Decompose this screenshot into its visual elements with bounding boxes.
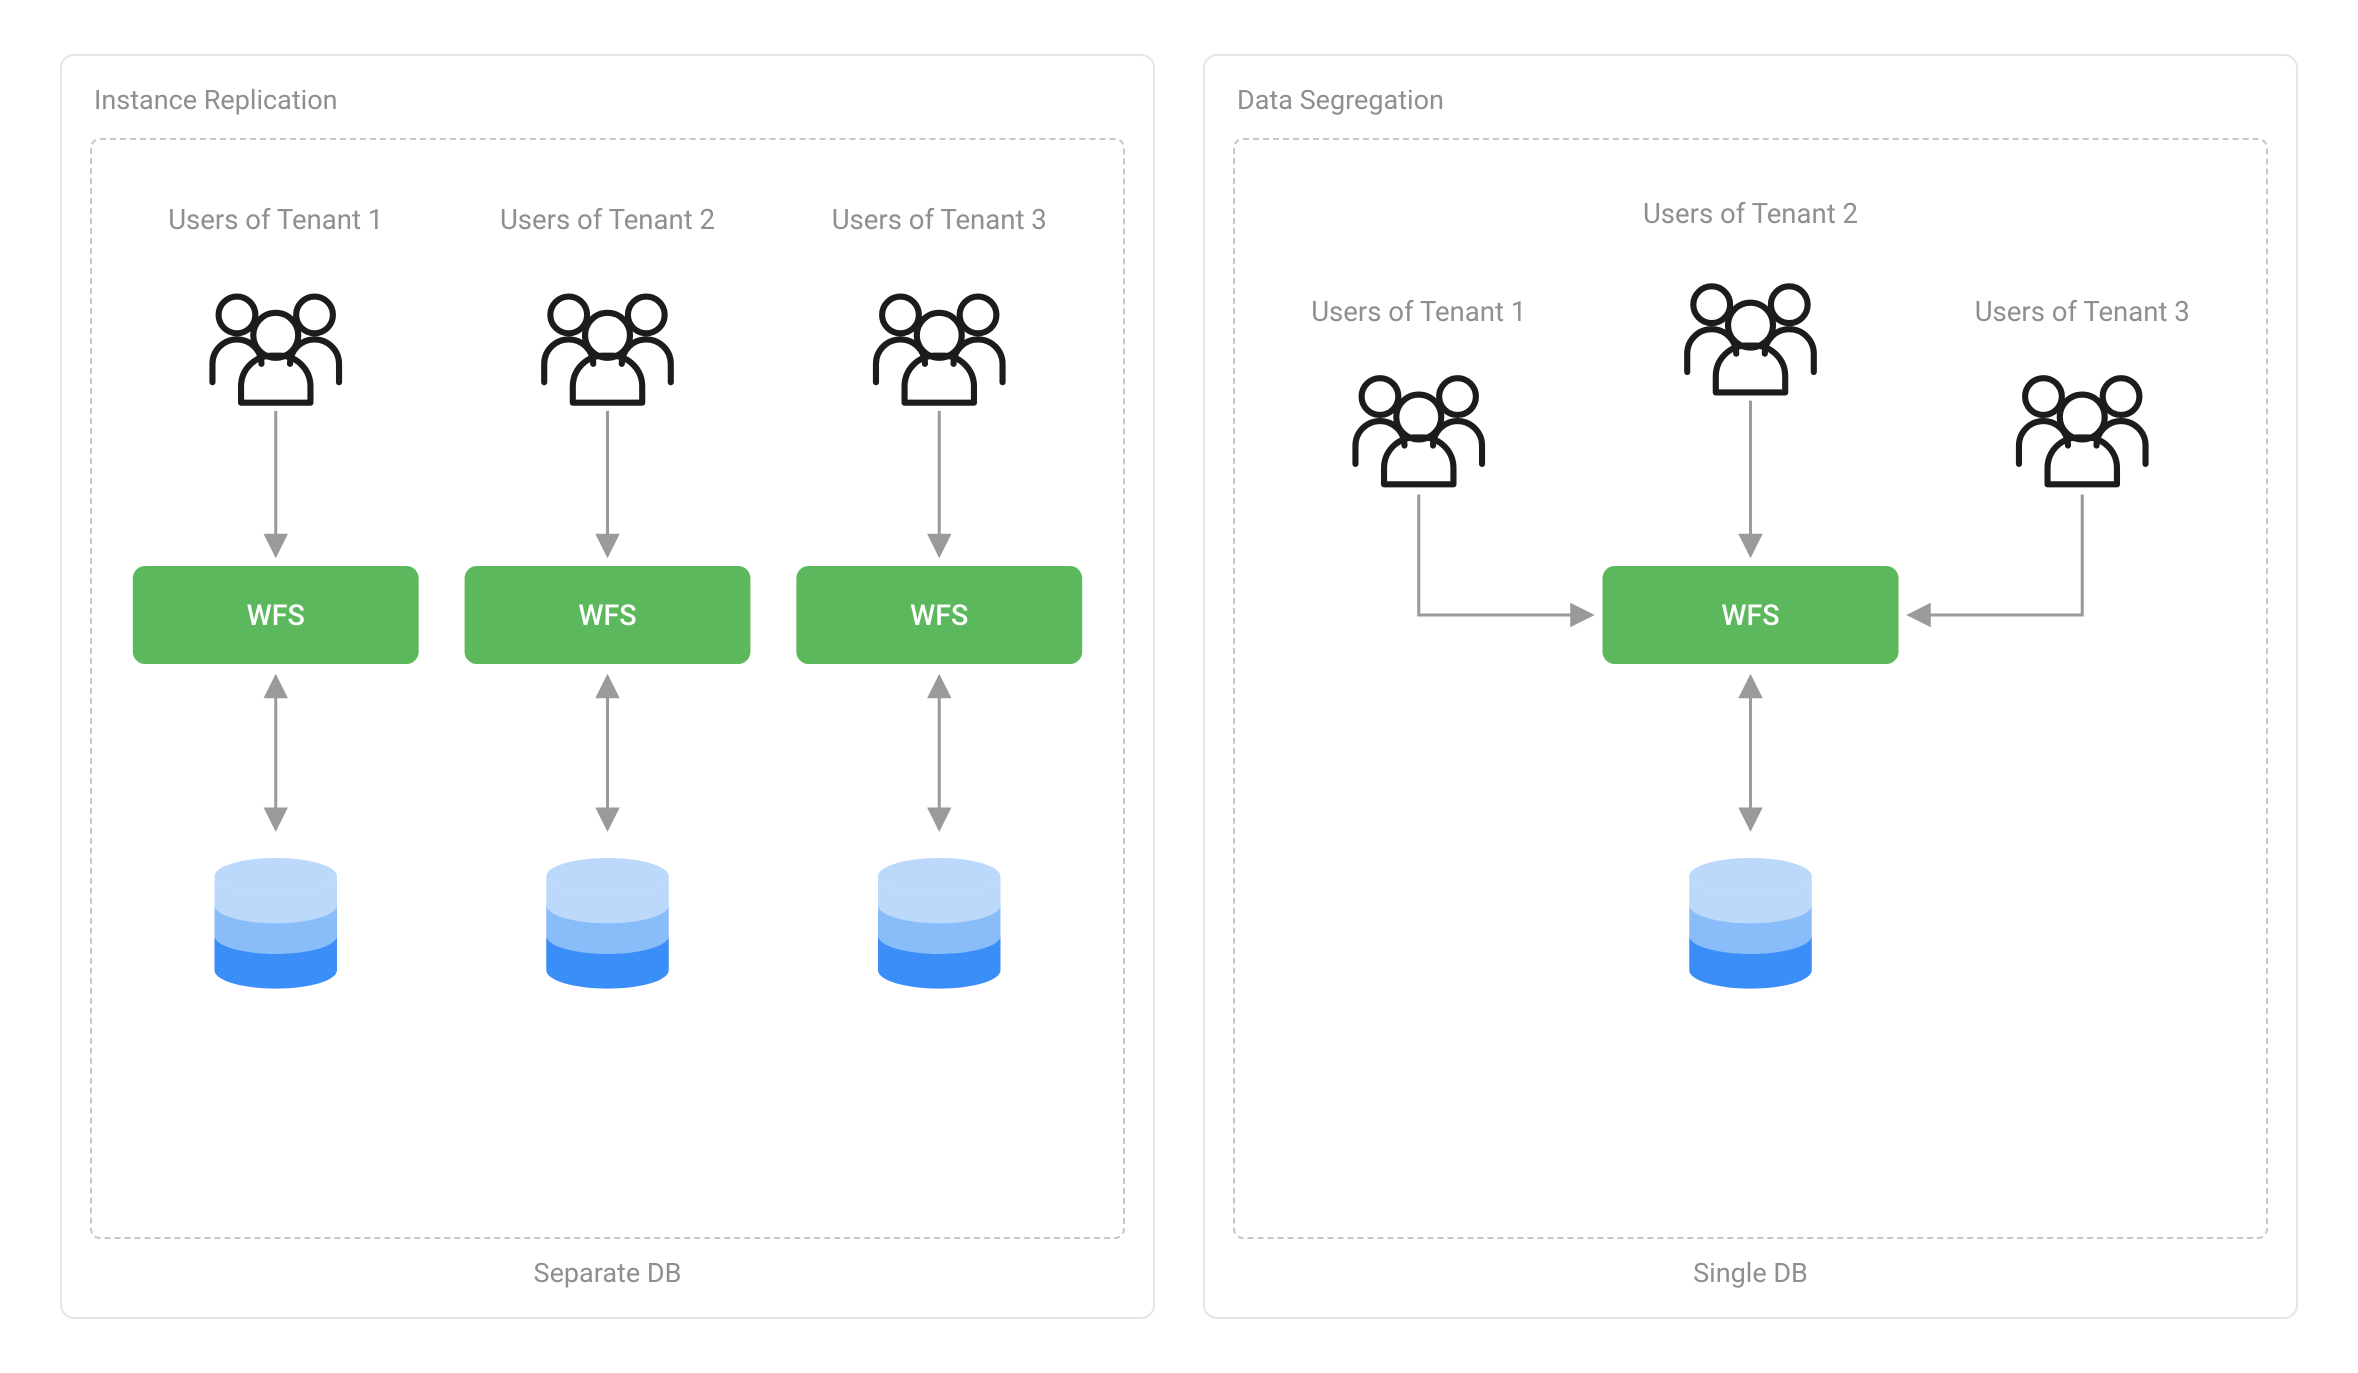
users-icon bbox=[2019, 378, 2146, 484]
panel-subtitle-left: Separate DB bbox=[90, 1257, 1125, 1289]
inner-frame-right: Users of Tenant 2 Users of Tenant 1 User… bbox=[1233, 138, 2268, 1239]
arrow-elbow-left-icon bbox=[1419, 495, 1593, 615]
wfs-label: WFS bbox=[1721, 598, 1779, 632]
users-icon bbox=[544, 297, 671, 403]
panel-title-left: Instance Replication bbox=[94, 84, 1125, 116]
database-icon bbox=[1689, 858, 1811, 989]
tenant-col-3: Users of Tenant 3 WFS bbox=[796, 203, 1082, 988]
users-icon bbox=[876, 297, 1003, 403]
tenant-label-1: Users of Tenant 1 bbox=[168, 203, 383, 236]
tenant-label-2-r: Users of Tenant 2 bbox=[1643, 197, 1858, 230]
database-icon bbox=[546, 858, 668, 989]
tenant-label-1-r: Users of Tenant 1 bbox=[1311, 295, 1526, 328]
tenant-label-2: Users of Tenant 2 bbox=[500, 203, 715, 236]
panel-title-right: Data Segregation bbox=[1237, 84, 2268, 116]
panel-subtitle-right: Single DB bbox=[1233, 1257, 2268, 1289]
wfs-label-1: WFS bbox=[247, 598, 305, 632]
arrow-elbow-right-icon bbox=[1909, 495, 2083, 615]
wfs-label-2: WFS bbox=[578, 598, 636, 632]
users-icon bbox=[1355, 378, 1482, 484]
panel-instance-replication: Instance Replication bbox=[60, 54, 1155, 1319]
database-icon bbox=[214, 858, 336, 989]
users-icon bbox=[212, 297, 339, 403]
tenant-label-3: Users of Tenant 3 bbox=[832, 203, 1047, 236]
tenant-col-2: Users of Tenant 2 WFS bbox=[465, 203, 751, 988]
tenant-label-3-r: Users of Tenant 3 bbox=[1975, 295, 2190, 328]
database-icon bbox=[878, 858, 1000, 989]
users-icon bbox=[1687, 286, 1814, 392]
tenant-col-1: Users of Tenant 1 WFS bbox=[133, 203, 419, 988]
diagram-left: Users of Tenant 1 WFS Users of Tenant 2 … bbox=[92, 140, 1123, 1237]
panel-data-segregation: Data Segregation Users of Tenant 2 Users… bbox=[1203, 54, 2298, 1319]
wfs-label-3: WFS bbox=[910, 598, 968, 632]
inner-frame-left: Users of Tenant 1 WFS Users of Tenant 2 … bbox=[90, 138, 1125, 1239]
diagram-right: Users of Tenant 2 Users of Tenant 1 User… bbox=[1235, 140, 2266, 1237]
